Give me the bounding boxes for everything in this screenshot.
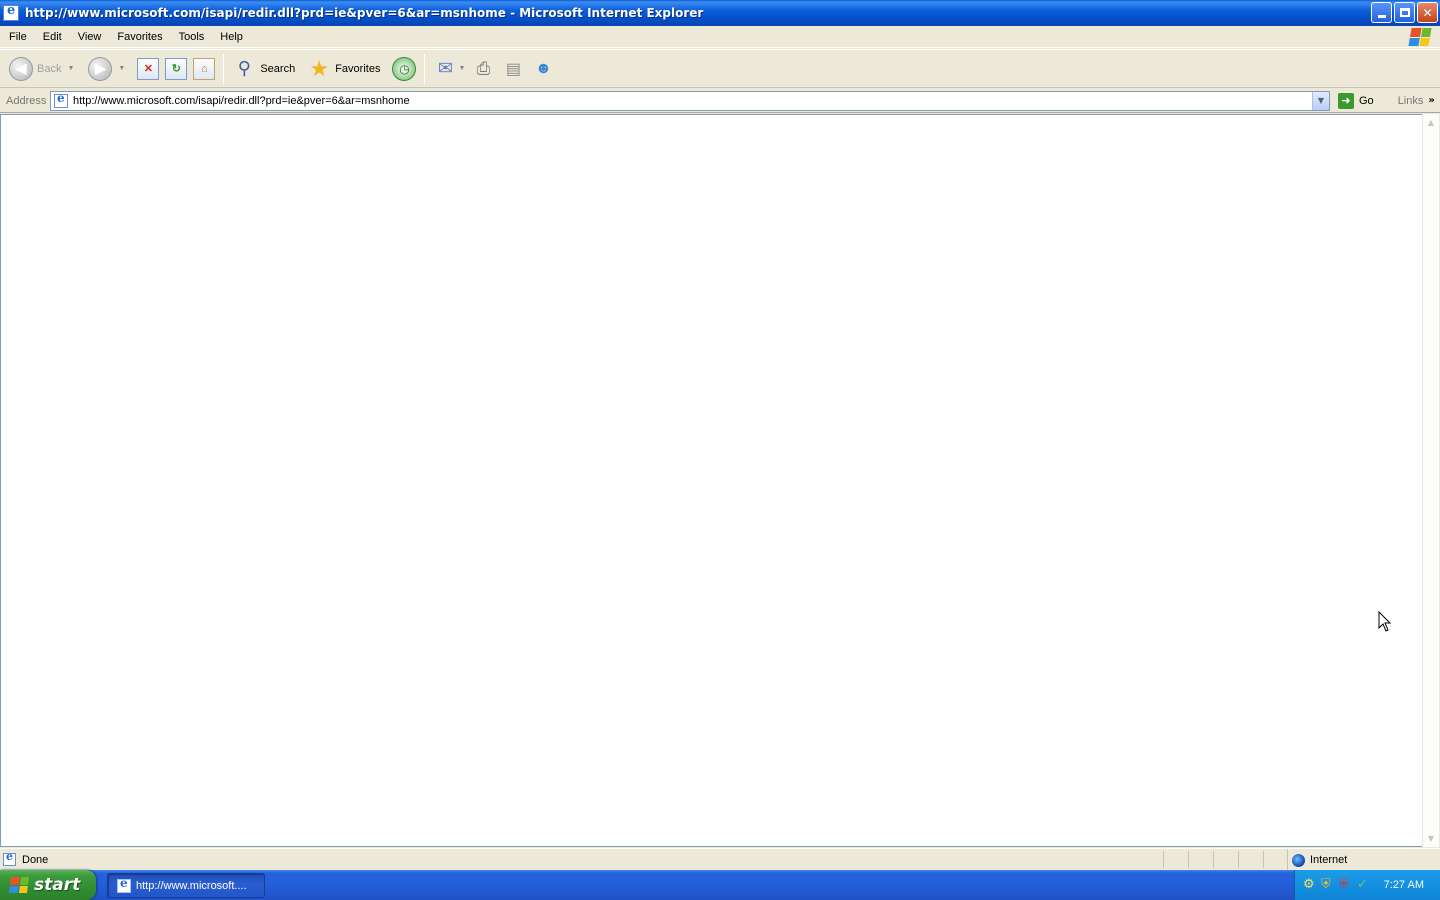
- favorites-button[interactable]: ★ Favorites: [304, 52, 383, 86]
- favorites-star-icon: ★: [309, 55, 330, 81]
- status-pane: [1263, 851, 1288, 868]
- zone-label: Internet: [1310, 854, 1348, 866]
- edit-button[interactable]: ▤: [498, 52, 528, 86]
- restore-button[interactable]: [1394, 2, 1415, 23]
- search-icon: ⚲: [237, 58, 251, 78]
- window-title: http://www.microsoft.com/isapi/redir.dll…: [25, 6, 704, 20]
- forward-dropdown-icon[interactable]: ▼: [118, 65, 125, 72]
- status-text: Done: [22, 853, 49, 866]
- links-chevron-icon[interactable]: »: [1428, 95, 1434, 106]
- title-bar[interactable]: http://www.microsoft.com/isapi/redir.dll…: [0, 0, 1440, 26]
- go-label: Go: [1359, 94, 1374, 107]
- scroll-down-icon[interactable]: ▼: [1423, 830, 1439, 847]
- menu-edit[interactable]: Edit: [35, 26, 70, 48]
- window-controls: ✕: [1371, 2, 1438, 23]
- system-tray: ⚙ ⛨ ⛨ ✓ 7:27 AM: [1294, 870, 1440, 900]
- address-label: Address: [6, 94, 47, 107]
- menu-bar: File Edit View Favorites Tools Help: [0, 26, 1440, 48]
- back-icon: ◀: [9, 56, 33, 81]
- address-input[interactable]: [73, 94, 1303, 107]
- status-pane: [1188, 851, 1213, 868]
- security-shield-icon[interactable]: ⛨: [1321, 878, 1335, 892]
- mail-button[interactable]: ✉ ▼: [430, 52, 468, 86]
- close-button[interactable]: ✕: [1417, 2, 1438, 23]
- toolbar-separator: [424, 53, 426, 84]
- status-panes: [1163, 851, 1288, 868]
- minimize-button[interactable]: [1371, 2, 1392, 23]
- start-label: start: [34, 875, 81, 895]
- mouse-cursor-icon: [1378, 611, 1392, 632]
- antivirus-icon[interactable]: ⛨: [1339, 878, 1353, 892]
- history-button[interactable]: ◷: [389, 52, 419, 86]
- network-icon[interactable]: ⚙: [1303, 878, 1317, 892]
- internet-globe-icon: [1292, 853, 1305, 867]
- home-button[interactable]: ⌂: [190, 52, 218, 86]
- menu-tools[interactable]: Tools: [171, 26, 213, 48]
- start-button[interactable]: start: [0, 870, 96, 900]
- update-icon[interactable]: ✓: [1357, 878, 1371, 892]
- back-button[interactable]: ◀ Back ▼: [6, 52, 77, 86]
- windows-logo-icon: [1408, 28, 1432, 46]
- taskbar: start http://www.microsoft.... ⚙ ⛨ ⛨ ✓ 7…: [0, 870, 1440, 900]
- search-label: Search: [260, 62, 296, 75]
- menu-file[interactable]: File: [0, 26, 35, 48]
- page-content-area[interactable]: [0, 114, 1422, 847]
- refresh-icon: ↻: [165, 57, 188, 80]
- toolbar-separator: [223, 53, 225, 84]
- forward-button[interactable]: ▶ ▼: [85, 52, 128, 86]
- security-zone[interactable]: Internet: [1287, 849, 1437, 871]
- favorites-label: Favorites: [335, 62, 381, 75]
- search-button[interactable]: ⚲ Search: [229, 52, 298, 86]
- home-icon: ⌂: [193, 57, 216, 80]
- mail-icon: ✉: [437, 58, 453, 78]
- print-button[interactable]: ⎙: [468, 52, 498, 86]
- menu-favorites[interactable]: Favorites: [109, 26, 170, 48]
- ie-app-icon[interactable]: [3, 3, 19, 21]
- stop-button[interactable]: ✕: [134, 52, 162, 86]
- edit-icon: ▤: [505, 60, 521, 78]
- status-pane: [1238, 851, 1263, 868]
- status-pane: [1213, 851, 1238, 868]
- minimize-icon: [1377, 15, 1386, 18]
- vertical-scrollbar[interactable]: ▲ ▼: [1422, 114, 1439, 847]
- forward-icon: ▶: [88, 56, 113, 81]
- menu-view[interactable]: View: [70, 26, 110, 48]
- restore-icon: [1399, 8, 1410, 17]
- messenger-button[interactable]: ☻: [528, 52, 558, 86]
- task-label: http://www.microsoft....: [136, 879, 247, 892]
- address-dropdown-button[interactable]: ▼: [1312, 91, 1329, 110]
- ie-task-icon: [117, 876, 131, 893]
- menu-help[interactable]: Help: [212, 26, 251, 48]
- scroll-up-icon[interactable]: ▲: [1423, 114, 1439, 131]
- go-arrow-icon: ➜: [1338, 92, 1354, 109]
- standard-toolbar: ◀ Back ▼ ▶ ▼ ✕ ↻ ⌂ ⚲ Search ★ Favorites …: [0, 49, 1440, 88]
- links-label[interactable]: Links: [1398, 95, 1424, 107]
- taskbar-ie-window[interactable]: http://www.microsoft....: [107, 873, 265, 898]
- status-page-icon: [3, 850, 16, 866]
- close-icon: ✕: [1422, 5, 1433, 20]
- history-icon: ◷: [392, 56, 417, 81]
- page-icon: [54, 91, 68, 108]
- mail-dropdown-icon[interactable]: ▼: [458, 65, 465, 72]
- back-dropdown-icon[interactable]: ▼: [67, 65, 74, 72]
- address-bar: Address ▼ ➜ Go Links »: [0, 89, 1440, 113]
- back-label: Back: [37, 62, 62, 75]
- print-icon: ⎙: [476, 58, 491, 78]
- go-button[interactable]: ➜ Go: [1338, 92, 1374, 109]
- clock[interactable]: 7:27 AM: [1384, 879, 1424, 891]
- address-field[interactable]: ▼: [50, 90, 1330, 111]
- refresh-button[interactable]: ↻: [162, 52, 190, 86]
- stop-icon: ✕: [137, 57, 160, 80]
- messenger-icon: ☻: [534, 59, 552, 77]
- status-bar: Done Internet: [0, 848, 1440, 871]
- chevron-down-icon: ▼: [1317, 96, 1325, 105]
- status-pane: [1163, 851, 1188, 868]
- windows-logo-icon: [8, 877, 30, 893]
